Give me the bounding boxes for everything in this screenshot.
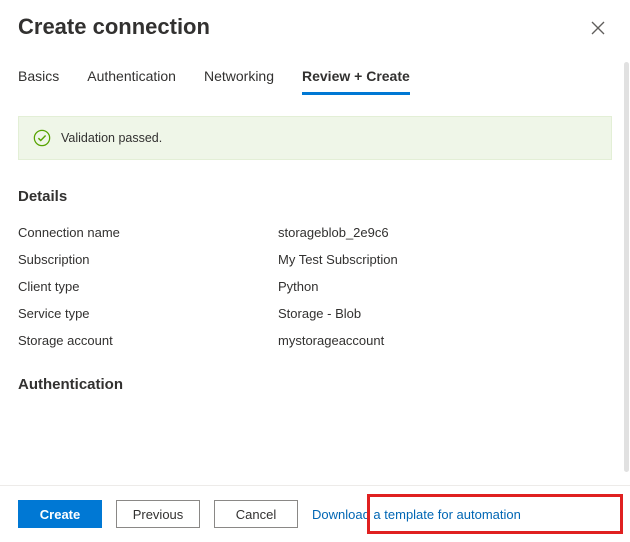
panel-header: Create connection <box>0 0 630 50</box>
detail-key: Connection name <box>18 225 278 240</box>
wizard-tabs: Basics Authentication Networking Review … <box>0 50 630 96</box>
close-icon <box>591 21 605 35</box>
download-template-link[interactable]: Download a template for automation <box>312 507 521 522</box>
validation-banner: Validation passed. <box>18 116 612 160</box>
tab-networking[interactable]: Networking <box>204 68 274 95</box>
tab-basics[interactable]: Basics <box>18 68 59 95</box>
close-button[interactable] <box>584 14 612 42</box>
detail-key: Client type <box>18 279 278 294</box>
detail-key: Storage account <box>18 333 278 348</box>
detail-row: Connection name storageblob_2e9c6 <box>18 219 612 246</box>
authentication-heading: Authentication <box>18 376 612 393</box>
detail-row: Subscription My Test Subscription <box>18 246 612 273</box>
detail-row: Client type Python <box>18 273 612 300</box>
detail-value: mystorageaccount <box>278 333 384 348</box>
create-button[interactable]: Create <box>18 500 102 528</box>
validation-message: Validation passed. <box>61 131 162 145</box>
previous-button[interactable]: Previous <box>116 500 200 528</box>
detail-row: Storage account mystorageaccount <box>18 327 612 354</box>
create-connection-panel: Create connection Basics Authentication … <box>0 0 630 542</box>
detail-value: Storage - Blob <box>278 306 361 321</box>
detail-key: Service type <box>18 306 278 321</box>
detail-key: Subscription <box>18 252 278 267</box>
footer-bar: Create Previous Cancel Download a templa… <box>0 485 630 542</box>
scrollbar-thumb[interactable] <box>624 62 629 472</box>
success-icon <box>33 129 51 147</box>
content-area: Validation passed. Details Connection na… <box>0 96 630 485</box>
detail-value: My Test Subscription <box>278 252 398 267</box>
tab-review-create[interactable]: Review + Create <box>302 68 410 95</box>
detail-value: storageblob_2e9c6 <box>278 225 389 240</box>
panel-title: Create connection <box>18 14 210 40</box>
tab-authentication[interactable]: Authentication <box>87 68 176 95</box>
details-heading: Details <box>18 188 612 205</box>
detail-value: Python <box>278 279 318 294</box>
detail-row: Service type Storage - Blob <box>18 300 612 327</box>
cancel-button[interactable]: Cancel <box>214 500 298 528</box>
